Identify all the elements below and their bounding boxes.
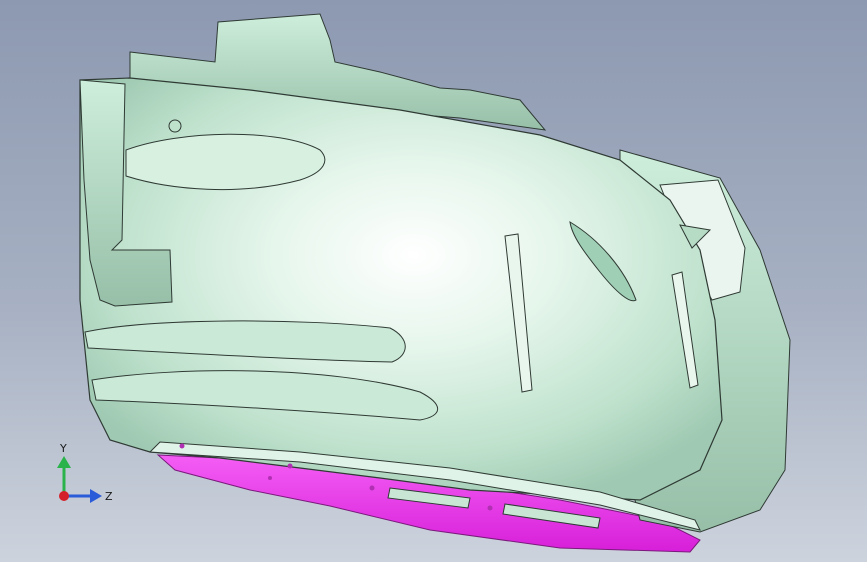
cad-model-wheel-arch-liner[interactable] <box>0 0 867 562</box>
x-axis-origin-icon <box>59 491 69 501</box>
upper-rib <box>125 133 326 191</box>
z-axis-arrow-icon <box>90 489 102 503</box>
y-axis-arrow-icon <box>57 456 71 468</box>
axis-triad: Y Z <box>57 442 113 503</box>
y-axis-label: Y <box>59 442 67 455</box>
z-axis-label: Z <box>105 490 113 503</box>
top-boss <box>168 119 182 133</box>
3d-viewport[interactable]: Y Z <box>0 0 867 562</box>
